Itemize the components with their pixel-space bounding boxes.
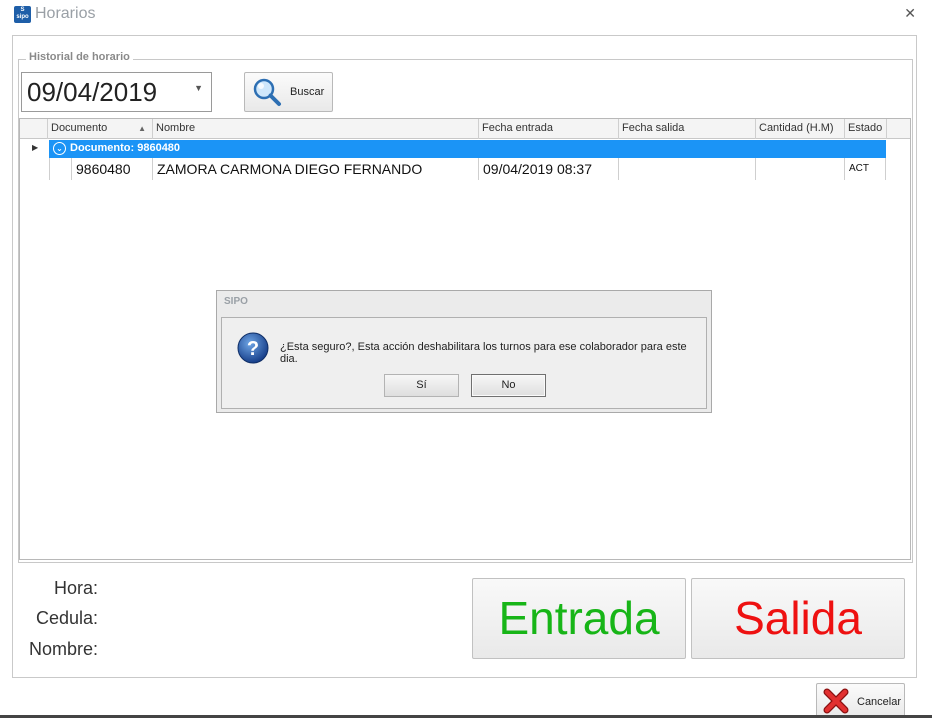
question-icon: ?	[237, 332, 269, 364]
buscar-button[interactable]: Buscar	[244, 72, 333, 112]
header-fecha-entrada[interactable]: Fecha entrada	[478, 119, 618, 139]
sipo-logo-icon: Ssipo	[14, 6, 31, 23]
dialog-title: SIPO	[224, 296, 248, 307]
confirm-dialog: SIPO ? ¿Esta seguro?, Esta acción deshab…	[216, 290, 712, 413]
cell-documento: 9860480	[71, 158, 152, 180]
header-nombre[interactable]: Nombre	[152, 119, 478, 139]
date-value: 09/04/2019	[27, 77, 158, 107]
no-button[interactable]: No	[471, 374, 546, 397]
cancelar-label: Cancelar	[857, 696, 902, 708]
header-fecha-salida[interactable]: Fecha salida	[618, 119, 755, 139]
close-icon[interactable]: ✕	[904, 5, 916, 22]
row-indicator-icon: ▶	[32, 143, 39, 152]
hora-label: Hora:	[53, 578, 98, 598]
cell-fecha-entrada: 09/04/2019 08:37	[478, 158, 618, 180]
chevron-down-icon[interactable]: ▼	[194, 83, 203, 93]
table-row[interactable]: 9860480 ZAMORA CARMONA DIEGO FERNANDO 09…	[49, 158, 886, 180]
magnifier-icon	[253, 78, 281, 106]
header-cantidad[interactable]: Cantidad (H.M)	[755, 119, 844, 139]
header-filler	[886, 119, 910, 139]
historial-legend: Historial de horario	[26, 51, 133, 63]
group-row[interactable]: ⌄ Documento: 9860480	[49, 140, 886, 158]
grid-header: Documento ▲ Nombre Fecha entrada Fecha s…	[20, 119, 910, 139]
red-x-icon	[823, 688, 849, 714]
entrada-button[interactable]: Entrada	[472, 578, 686, 659]
cell-fecha-salida	[618, 158, 755, 180]
date-picker[interactable]: 09/04/2019 ▼	[21, 72, 212, 112]
nombre-label: Nombre:	[28, 639, 98, 659]
header-estado[interactable]: Estado	[844, 119, 886, 139]
sort-ascending-icon: ▲	[138, 124, 146, 133]
cell-nombre: ZAMORA CARMONA DIEGO FERNANDO	[152, 158, 478, 180]
collapse-icon[interactable]: ⌄	[53, 142, 66, 155]
group-row-label: Documento: 9860480	[70, 142, 181, 154]
header-documento[interactable]: Documento ▲	[47, 119, 152, 139]
dialog-body: ? ¿Esta seguro?, Esta acción deshabilita…	[221, 317, 707, 409]
cell-cantidad	[755, 158, 844, 180]
salida-button[interactable]: Salida	[691, 578, 905, 659]
cedula-label: Cedula:	[35, 608, 98, 628]
dialog-message: ¿Esta seguro?, Esta acción deshabilitara…	[280, 341, 687, 365]
buscar-label: Buscar	[290, 86, 325, 98]
row-indent-cell	[49, 158, 71, 180]
window-title: Horarios	[35, 5, 96, 22]
cell-estado: ACT	[844, 158, 886, 180]
header-documento-label: Documento	[51, 122, 108, 134]
title-bar: Ssipo Horarios ✕	[0, 0, 932, 30]
yes-button[interactable]: Sí	[384, 374, 459, 397]
cancelar-button[interactable]: Cancelar	[816, 683, 905, 718]
svg-text:?: ?	[247, 338, 259, 360]
header-indicator-cell	[20, 119, 47, 139]
